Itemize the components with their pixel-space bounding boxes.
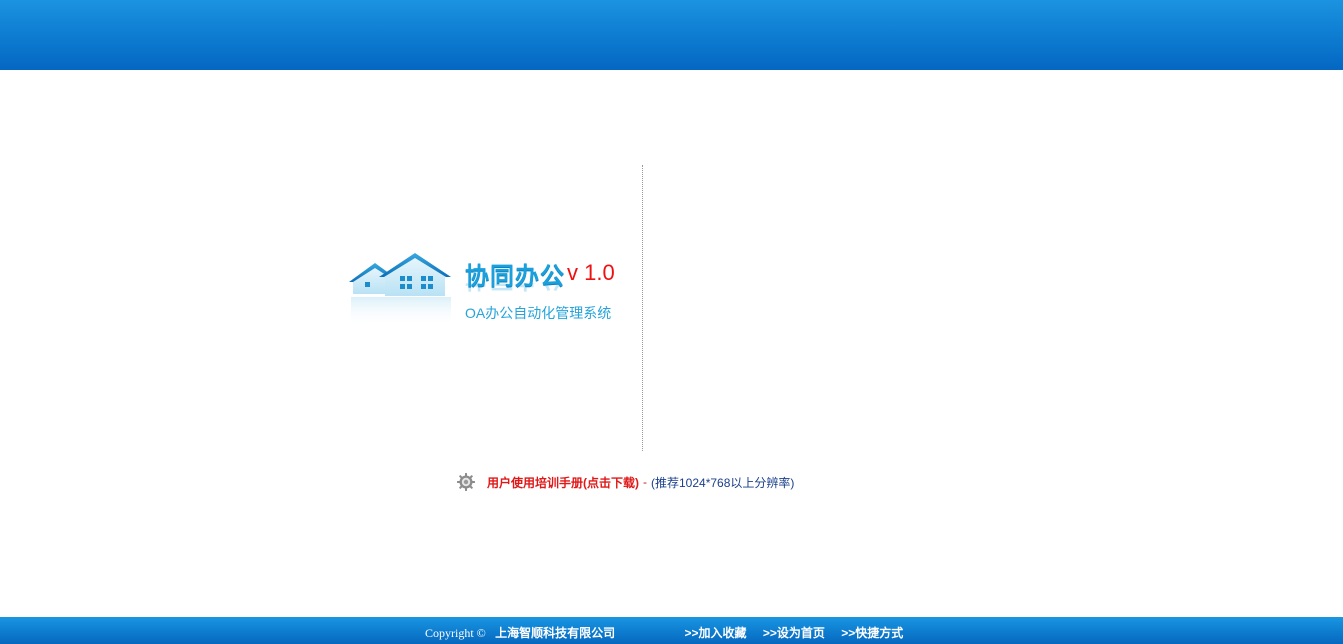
company-name: 上海智顺科技有限公司 bbox=[495, 626, 616, 640]
logo-version: v 1.0 bbox=[567, 260, 615, 285]
vertical-divider bbox=[642, 165, 643, 451]
top-banner bbox=[0, 0, 1343, 70]
add-favorite-link[interactable]: >>加入收藏 bbox=[685, 626, 747, 640]
logo-subtitle: OA办公自动化管理系统 bbox=[465, 305, 612, 321]
logo-title-reflection: 协同办公 bbox=[465, 283, 565, 299]
manual-download-link[interactable]: 用户使用培训手册(点击下载) bbox=[487, 474, 639, 491]
resolution-note: (推荐1024*768以上分辨率) bbox=[651, 475, 795, 490]
set-homepage-link[interactable]: >>设为首页 bbox=[763, 626, 825, 640]
login-area: 协同办公 协同办公 v 1.0 OA办公自动化管理系统 用户使用培训手册(点击下… bbox=[0, 70, 1343, 617]
house-logo-icon bbox=[349, 253, 451, 327]
manual-separator: - bbox=[643, 475, 647, 489]
shortcut-link[interactable]: >>快捷方式 bbox=[841, 626, 903, 640]
system-logo: 协同办公 协同办公 v 1.0 OA办公自动化管理系统 bbox=[345, 250, 635, 340]
copyright-text: Copyright © bbox=[425, 626, 486, 640]
manual-download-row: 用户使用培训手册(点击下载) - (推荐1024*768以上分辨率) bbox=[456, 472, 794, 492]
gear-icon bbox=[457, 473, 475, 491]
footer-bar: Copyright © 上海智顺科技有限公司 >>加入收藏 >>设为首页 >>快… bbox=[0, 617, 1343, 644]
footer-content: Copyright © 上海智顺科技有限公司 >>加入收藏 >>设为首页 >>快… bbox=[425, 624, 903, 641]
